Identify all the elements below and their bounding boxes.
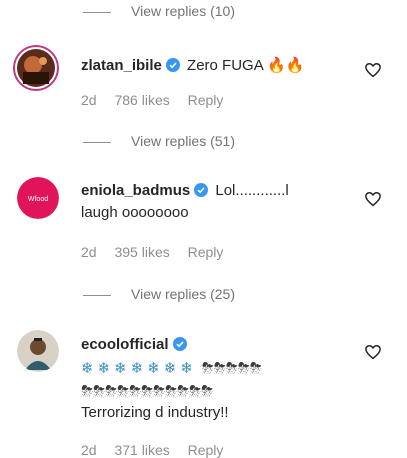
like-heart-icon[interactable] [364, 61, 382, 79]
username[interactable]: zlatan_ibile [81, 57, 162, 74]
view-replies-divider [83, 142, 111, 143]
username[interactable]: ecoolofficial [81, 336, 169, 353]
username[interactable]: eniola_badmus [81, 182, 190, 199]
avatar[interactable] [17, 330, 59, 372]
view-replies-divider [83, 12, 111, 13]
emoji-line-1: ❄❄❄❄❄❄❄ ⛈⛈⛈⛈⛈ [81, 357, 262, 379]
likes-count[interactable]: 395 likes [114, 244, 169, 260]
svg-text:Wfood: Wfood [28, 196, 48, 203]
comment-age: 2d [81, 244, 97, 260]
comment-meta: 2d 395 likes Reply [81, 244, 237, 260]
comment-text: eniola_badmus Lol............l [81, 180, 289, 204]
avatar[interactable] [13, 45, 59, 91]
view-replies-button[interactable]: View replies (10) [131, 3, 235, 19]
storm-emojis: ⛈⛈⛈⛈⛈ [201, 359, 262, 377]
like-heart-icon[interactable] [364, 343, 382, 361]
view-replies-button[interactable]: View replies (25) [131, 286, 235, 302]
fire-emoji: 🔥🔥 [267, 57, 305, 74]
reply-button[interactable]: Reply [188, 442, 224, 458]
reply-button[interactable]: Reply [188, 244, 224, 260]
comment-body: Zero FUGA [187, 57, 263, 74]
snowflake-emojis: ❄❄❄❄❄❄❄ [81, 359, 197, 377]
view-replies-button[interactable]: View replies (51) [131, 133, 235, 149]
comment-body: Lol............l [215, 182, 289, 199]
comment-username-row: ecoolofficial [81, 334, 190, 358]
comment-meta: 2d 786 likes Reply [81, 92, 237, 108]
view-replies-divider [83, 295, 111, 296]
comment-meta: 2d 371 likes Reply [81, 442, 237, 458]
storm-emojis-line2: ⛈⛈⛈⛈⛈⛈⛈⛈⛈⛈⛈ [81, 382, 214, 400]
reply-button[interactable]: Reply [188, 92, 224, 108]
comment-age: 2d [81, 92, 97, 108]
likes-count[interactable]: 786 likes [114, 92, 169, 108]
verified-badge-icon [165, 57, 180, 79]
likes-count[interactable]: 371 likes [114, 442, 169, 458]
verified-badge-icon [172, 336, 187, 358]
verified-badge-icon [194, 182, 209, 204]
avatar[interactable]: Wfood [17, 177, 59, 219]
like-heart-icon[interactable] [364, 190, 382, 208]
comment-age: 2d [81, 442, 97, 458]
comment-text: zlatan_ibile Zero FUGA 🔥🔥 [81, 55, 304, 79]
comment-body: Terrorizing d industry!! [81, 404, 229, 421]
comment-body-line2: laugh oooooooo [81, 204, 189, 221]
